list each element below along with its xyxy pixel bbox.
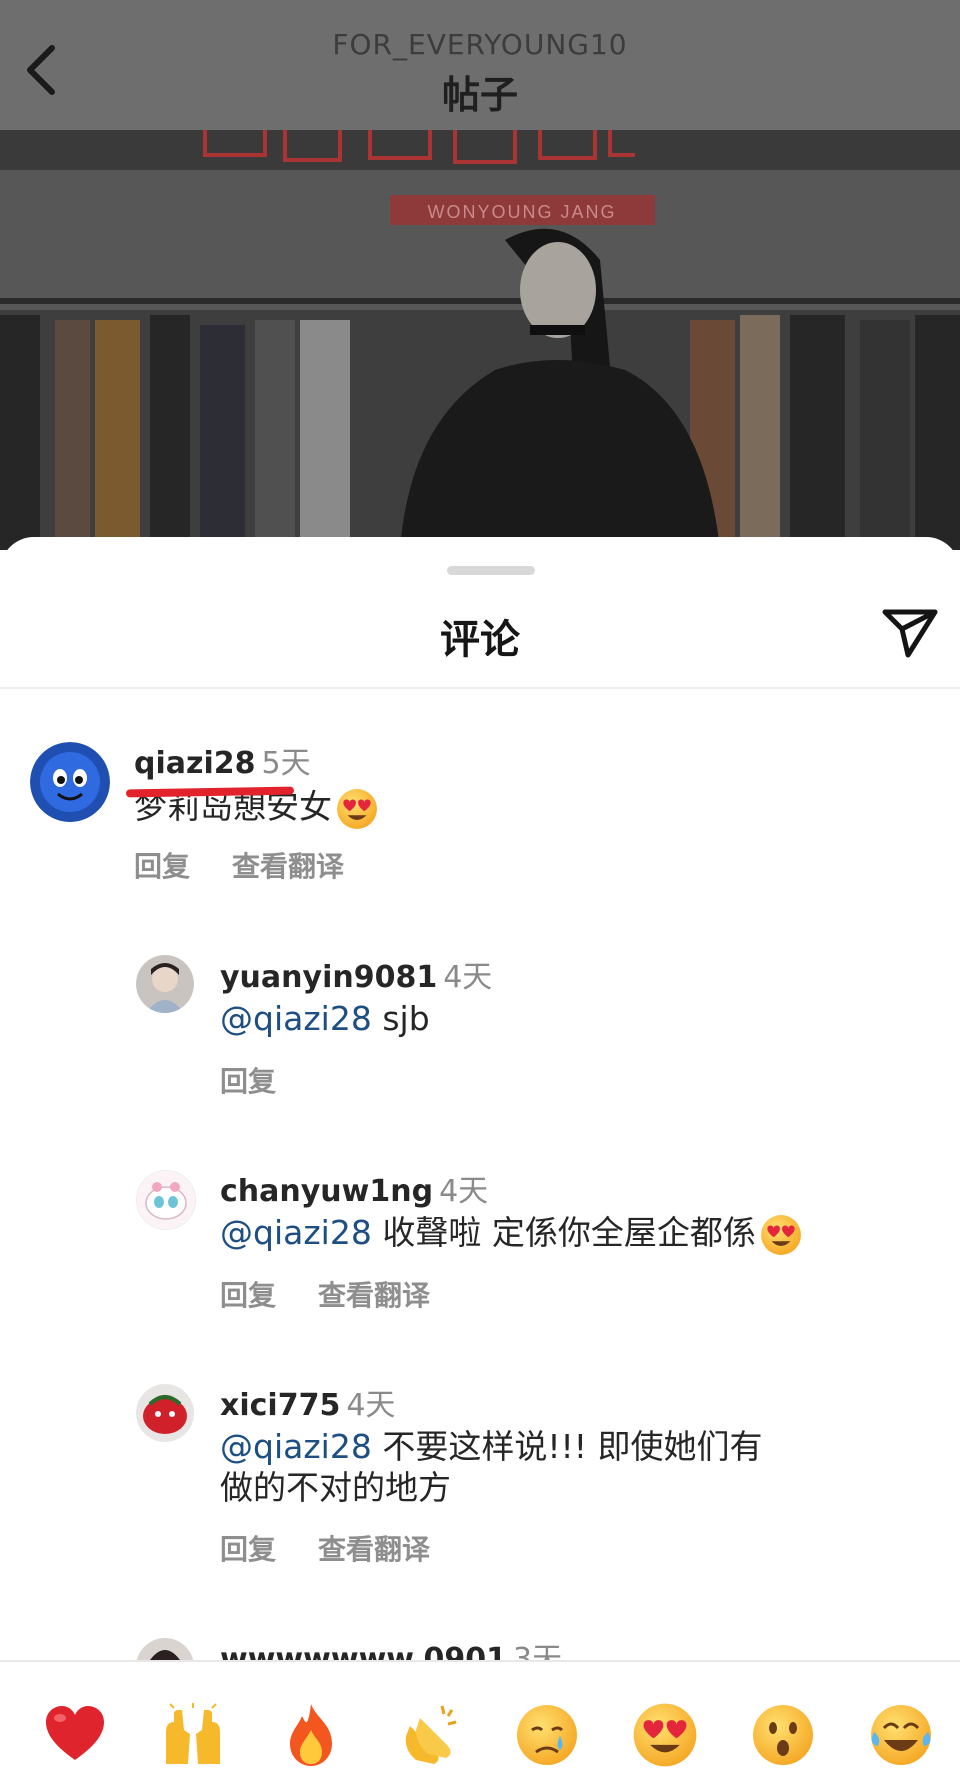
crying-face-icon[interactable] (514, 1702, 580, 1768)
reply-button[interactable]: 回复 (220, 1279, 276, 1312)
comment-actions: 回复 查看翻译 (134, 845, 344, 885)
sheet-title: 评论 (440, 617, 520, 663)
raising-hands-icon[interactable] (160, 1702, 226, 1768)
avatar[interactable] (30, 742, 110, 822)
comment-actions: 回复 查看翻译 (220, 1274, 430, 1314)
banner-text: WONYOUNG JANG (427, 202, 616, 222)
comment-actions: 回复 (220, 1060, 276, 1100)
mention-link[interactable]: @qiazi28 (220, 1213, 372, 1252)
translate-button[interactable]: 查看翻译 (232, 850, 344, 883)
send-icon[interactable] (880, 607, 940, 659)
drag-handle[interactable] (447, 566, 535, 575)
comment-header: chanyuw1ng 4天 (220, 1166, 488, 1210)
heart-eyes-icon (337, 788, 377, 829)
comment-header: yuanyin9081 4天 (220, 952, 492, 996)
username[interactable]: chanyuw1ng (220, 1174, 433, 1209)
comment-header: qiazi28 5天 (134, 738, 311, 782)
heart-eyes-face-icon[interactable] (632, 1702, 698, 1768)
divider (0, 687, 960, 689)
reply-button[interactable]: 回复 (220, 1533, 276, 1566)
fire-icon[interactable] (278, 1702, 344, 1768)
comment-actions: 回复 查看翻译 (220, 1528, 430, 1568)
timestamp: 4天 (443, 960, 493, 995)
post-photo[interactable]: WONYOUNG JANG (0, 130, 960, 550)
timestamp: 4天 (439, 1174, 489, 1209)
heart-eyes-icon (760, 1214, 801, 1255)
timestamp: 5天 (261, 746, 311, 781)
username[interactable]: qiazi28 (134, 746, 256, 781)
mention-link[interactable]: @qiazi28 (220, 999, 372, 1038)
timestamp: 4天 (346, 1388, 396, 1423)
username[interactable]: yuanyin9081 (220, 960, 437, 995)
avatar[interactable] (136, 1170, 196, 1230)
translate-button[interactable]: 查看翻译 (318, 1279, 430, 1312)
avatar[interactable] (136, 955, 194, 1013)
comment-text: @qiazi28 不要这样说!!! 即使她们有 做的不对的地方 (220, 1427, 763, 1507)
red-heart-icon[interactable] (42, 1702, 108, 1768)
top-bar: FOR_EVERYOUNG10 帖子 (0, 0, 960, 130)
reply-button[interactable]: 回复 (134, 850, 190, 883)
tears-of-joy-face-icon[interactable] (868, 1702, 934, 1768)
comment-text: @qiazi28 sjb (220, 999, 430, 1038)
page-title: 帖子 (441, 73, 518, 117)
avatar[interactable] (136, 1384, 194, 1442)
clapping-hands-icon[interactable] (396, 1702, 462, 1768)
comment-header: xici775 4天 (220, 1380, 395, 1424)
comments-sheet: 评论 (0, 537, 960, 1785)
reply-button[interactable]: 回复 (220, 1065, 276, 1098)
account-name[interactable]: FOR_EVERYOUNG10 (0, 28, 960, 61)
emoji-reaction-bar (0, 1660, 960, 1787)
translate-button[interactable]: 查看翻译 (318, 1533, 430, 1566)
comment-text: @qiazi28 收聲啦 定係你全屋企都係 (220, 1212, 802, 1256)
username[interactable]: xici775 (220, 1388, 340, 1423)
surprised-face-icon[interactable] (750, 1702, 816, 1768)
mention-link[interactable]: @qiazi28 (220, 1427, 372, 1466)
